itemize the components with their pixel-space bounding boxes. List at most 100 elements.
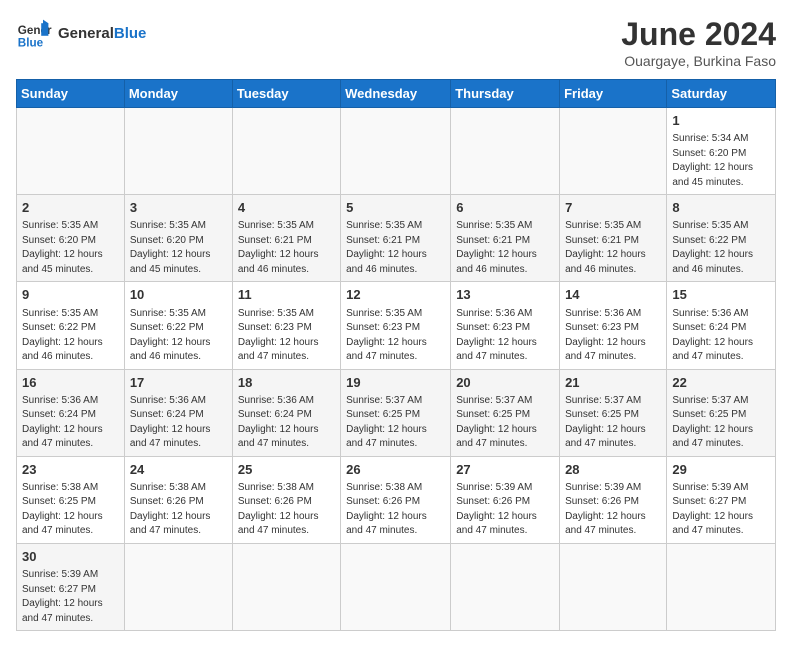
- day-number: 27: [456, 461, 554, 479]
- day-number: 8: [672, 199, 770, 217]
- day-info: Sunrise: 5:35 AM Sunset: 6:20 PM Dayligh…: [130, 219, 227, 277]
- day-info: Sunrise: 5:36 AM Sunset: 6:24 PM Dayligh…: [130, 394, 227, 452]
- day-info: Sunrise: 5:35 AM Sunset: 6:21 PM Dayligh…: [346, 219, 445, 277]
- day-number: 28: [565, 461, 661, 479]
- day-info: Sunrise: 5:36 AM Sunset: 6:24 PM Dayligh…: [672, 307, 770, 365]
- day-info: Sunrise: 5:37 AM Sunset: 6:25 PM Dayligh…: [672, 394, 770, 452]
- day-info: Sunrise: 5:35 AM Sunset: 6:21 PM Dayligh…: [456, 219, 554, 277]
- day-info: Sunrise: 5:37 AM Sunset: 6:25 PM Dayligh…: [456, 394, 554, 452]
- day-number: 6: [456, 199, 554, 217]
- day-info: Sunrise: 5:35 AM Sunset: 6:22 PM Dayligh…: [672, 219, 770, 277]
- day-number: 24: [130, 461, 227, 479]
- calendar-week-row: 9Sunrise: 5:35 AM Sunset: 6:22 PM Daylig…: [17, 282, 776, 369]
- calendar-cell: [667, 543, 776, 630]
- calendar-cell: 28 Sunrise: 5:39 AM Sunset: 6:26 PM Dayli…: [560, 456, 667, 543]
- day-number: 14: [565, 286, 661, 304]
- col-header-saturday: Saturday: [667, 80, 776, 108]
- calendar-cell: 23Sunrise: 5:38 AM Sunset: 6:25 PM Dayli…: [17, 456, 125, 543]
- day-info: Sunrise: 5:38 AM Sunset: 6:26 PM Dayligh…: [346, 481, 445, 539]
- calendar-cell: 24 Sunrise: 5:38 AM Sunset: 6:26 PM Dayli…: [124, 456, 232, 543]
- calendar-cell: 15 Sunrise: 5:36 AM Sunset: 6:24 PM Dayli…: [667, 282, 776, 369]
- calendar-cell: [17, 108, 125, 195]
- day-info: Sunrise: 5:35 AM Sunset: 6:23 PM Dayligh…: [346, 307, 445, 365]
- day-number: 7: [565, 199, 661, 217]
- calendar-cell: 18Sunrise: 5:36 AM Sunset: 6:24 PM Dayli…: [232, 369, 340, 456]
- day-info: Sunrise: 5:39 AM Sunset: 6:26 PM Dayligh…: [456, 481, 554, 539]
- day-info: Sunrise: 5:38 AM Sunset: 6:26 PM Dayligh…: [238, 481, 335, 539]
- svg-text:Blue: Blue: [18, 37, 44, 50]
- calendar-table: SundayMondayTuesdayWednesdayThursdayFrid…: [16, 79, 776, 631]
- day-info: Sunrise: 5:39 AM Sunset: 6:26 PM Dayligh…: [565, 481, 661, 539]
- calendar-cell: 27 Sunrise: 5:39 AM Sunset: 6:26 PM Dayli…: [451, 456, 560, 543]
- day-info: Sunrise: 5:36 AM Sunset: 6:23 PM Dayligh…: [565, 307, 661, 365]
- day-number: 16: [22, 374, 119, 392]
- header: General Blue GeneralBlue June 2024 Ouarg…: [16, 16, 776, 69]
- calendar-cell: [232, 543, 340, 630]
- calendar-cell: 6 Sunrise: 5:35 AM Sunset: 6:21 PM Daylig…: [451, 195, 560, 282]
- calendar-cell: [451, 543, 560, 630]
- calendar-cell: 22 Sunrise: 5:37 AM Sunset: 6:25 PM Dayli…: [667, 369, 776, 456]
- calendar-cell: [560, 543, 667, 630]
- day-number: 21: [565, 374, 661, 392]
- calendar-cell: 20 Sunrise: 5:37 AM Sunset: 6:25 PM Dayli…: [451, 369, 560, 456]
- day-number: 3: [130, 199, 227, 217]
- calendar-cell: 19 Sunrise: 5:37 AM Sunset: 6:25 PM Dayli…: [341, 369, 451, 456]
- day-number: 25: [238, 461, 335, 479]
- calendar-week-row: 1Sunrise: 5:34 AM Sunset: 6:20 PM Daylig…: [17, 108, 776, 195]
- day-number: 11: [238, 286, 335, 304]
- calendar-cell: [232, 108, 340, 195]
- month-title: June 2024: [621, 16, 776, 53]
- calendar-cell: [451, 108, 560, 195]
- calendar-cell: 12 Sunrise: 5:35 AM Sunset: 6:23 PM Dayli…: [341, 282, 451, 369]
- calendar-cell: 8 Sunrise: 5:35 AM Sunset: 6:22 PM Daylig…: [667, 195, 776, 282]
- calendar-cell: 1Sunrise: 5:34 AM Sunset: 6:20 PM Daylig…: [667, 108, 776, 195]
- day-info: Sunrise: 5:39 AM Sunset: 6:27 PM Dayligh…: [672, 481, 770, 539]
- calendar-cell: 5Sunrise: 5:35 AM Sunset: 6:21 PM Daylig…: [341, 195, 451, 282]
- day-info: Sunrise: 5:35 AM Sunset: 6:21 PM Dayligh…: [238, 219, 335, 277]
- calendar-week-row: 30 Sunrise: 5:39 AM Sunset: 6:27 PM Dayli…: [17, 543, 776, 630]
- calendar-cell: [560, 108, 667, 195]
- day-info: Sunrise: 5:36 AM Sunset: 6:23 PM Dayligh…: [456, 307, 554, 365]
- col-header-sunday: Sunday: [17, 80, 125, 108]
- calendar-cell: [124, 543, 232, 630]
- day-number: 13: [456, 286, 554, 304]
- calendar-cell: 17 Sunrise: 5:36 AM Sunset: 6:24 PM Dayli…: [124, 369, 232, 456]
- day-number: 18: [238, 374, 335, 392]
- day-info: Sunrise: 5:38 AM Sunset: 6:26 PM Dayligh…: [130, 481, 227, 539]
- calendar-cell: 25 Sunrise: 5:38 AM Sunset: 6:26 PM Dayli…: [232, 456, 340, 543]
- calendar-week-row: 23Sunrise: 5:38 AM Sunset: 6:25 PM Dayli…: [17, 456, 776, 543]
- day-info: Sunrise: 5:37 AM Sunset: 6:25 PM Dayligh…: [346, 394, 445, 452]
- day-info: Sunrise: 5:36 AM Sunset: 6:24 PM Dayligh…: [22, 394, 119, 452]
- day-number: 20: [456, 374, 554, 392]
- day-number: 4: [238, 199, 335, 217]
- logo-icon: General Blue: [16, 16, 52, 52]
- day-info: Sunrise: 5:39 AM Sunset: 6:27 PM Dayligh…: [22, 568, 119, 626]
- calendar-cell: 30 Sunrise: 5:39 AM Sunset: 6:27 PM Dayli…: [17, 543, 125, 630]
- day-number: 29: [672, 461, 770, 479]
- calendar-cell: [124, 108, 232, 195]
- day-number: 19: [346, 374, 445, 392]
- calendar-cell: 13 Sunrise: 5:36 AM Sunset: 6:23 PM Dayli…: [451, 282, 560, 369]
- calendar-cell: 16 Sunrise: 5:36 AM Sunset: 6:24 PM Dayli…: [17, 369, 125, 456]
- day-number: 30: [22, 548, 119, 566]
- calendar-cell: 29 Sunrise: 5:39 AM Sunset: 6:27 PM Dayli…: [667, 456, 776, 543]
- logo: General Blue GeneralBlue: [16, 16, 146, 52]
- day-number: 15: [672, 286, 770, 304]
- location-subtitle: Ouargaye, Burkina Faso: [621, 53, 776, 69]
- title-area: June 2024 Ouargaye, Burkina Faso: [621, 16, 776, 69]
- day-info: Sunrise: 5:35 AM Sunset: 6:22 PM Dayligh…: [22, 307, 119, 365]
- calendar-cell: 11 Sunrise: 5:35 AM Sunset: 6:23 PM Dayli…: [232, 282, 340, 369]
- day-number: 26: [346, 461, 445, 479]
- col-header-tuesday: Tuesday: [232, 80, 340, 108]
- day-info: Sunrise: 5:38 AM Sunset: 6:25 PM Dayligh…: [22, 481, 119, 539]
- calendar-cell: 14 Sunrise: 5:36 AM Sunset: 6:23 PM Dayli…: [560, 282, 667, 369]
- day-info: Sunrise: 5:35 AM Sunset: 6:22 PM Dayligh…: [130, 307, 227, 365]
- day-number: 17: [130, 374, 227, 392]
- day-number: 12: [346, 286, 445, 304]
- calendar-cell: 7Sunrise: 5:35 AM Sunset: 6:21 PM Daylig…: [560, 195, 667, 282]
- day-info: Sunrise: 5:37 AM Sunset: 6:25 PM Dayligh…: [565, 394, 661, 452]
- calendar-cell: 9Sunrise: 5:35 AM Sunset: 6:22 PM Daylig…: [17, 282, 125, 369]
- day-number: 22: [672, 374, 770, 392]
- day-info: Sunrise: 5:34 AM Sunset: 6:20 PM Dayligh…: [672, 132, 770, 190]
- day-info: Sunrise: 5:35 AM Sunset: 6:23 PM Dayligh…: [238, 307, 335, 365]
